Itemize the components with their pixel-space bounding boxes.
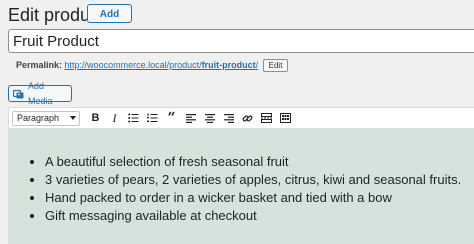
bulleted-list-button[interactable] <box>124 109 143 127</box>
permalink-url-slug: fruit-product <box>201 60 256 70</box>
permalink-url[interactable]: http://woocommerce.local/product/fruit-p… <box>65 60 259 70</box>
list-item: Gift messaging available at checkout <box>45 207 461 225</box>
blockquote-icon: “ <box>167 110 176 126</box>
blockquote-button[interactable]: “ <box>162 109 181 127</box>
read-more-button[interactable] <box>257 109 276 127</box>
list-item: 3 varieties of pears, 2 varieties of app… <box>45 171 461 189</box>
permalink: Permalink: http://woocommerce.local/prod… <box>16 59 289 73</box>
bulleted-list-icon <box>128 113 139 123</box>
format-select[interactable]: Paragraph <box>12 110 80 126</box>
format-select-value: Paragraph <box>17 112 60 123</box>
list-item: A beautiful selection of fresh seasonal … <box>45 153 461 171</box>
content-bullet-list: A beautiful selection of fresh seasonal … <box>9 153 461 225</box>
bold-icon: B <box>91 112 100 124</box>
link-icon <box>242 113 253 124</box>
italic-button[interactable]: I <box>105 109 124 127</box>
toolbar-toggle-button[interactable] <box>276 109 295 127</box>
read-more-icon <box>261 113 272 123</box>
align-center-button[interactable] <box>200 109 219 127</box>
chevron-down-icon <box>70 115 76 120</box>
insert-link-button[interactable] <box>238 109 257 127</box>
toolbar-toggle-icon <box>280 113 291 123</box>
align-right-icon <box>223 113 234 123</box>
align-right-button[interactable] <box>219 109 238 127</box>
content-editor[interactable]: A beautiful selection of fresh seasonal … <box>8 129 474 244</box>
add-media-button[interactable]: Add Media <box>8 81 72 106</box>
permalink-url-suffix: / <box>255 60 259 70</box>
editor-toolbar: Paragraph B I “ <box>8 107 474 129</box>
add-media-icon <box>13 89 25 99</box>
list-item: Hand packed to order in a wicker basket … <box>45 189 461 207</box>
product-title-input[interactable]: Fruit Product <box>8 29 474 53</box>
add-media-label: Add Media <box>28 80 53 106</box>
align-center-icon <box>204 113 215 123</box>
add-new-button[interactable]: Add New <box>87 4 132 39</box>
numbered-list-button[interactable] <box>143 109 162 127</box>
align-left-icon <box>185 113 196 123</box>
permalink-label: Permalink: <box>16 60 63 70</box>
italic-icon: I <box>112 110 117 125</box>
permalink-url-prefix: http://woocommerce.local/product/ <box>64 60 202 70</box>
numbered-list-icon <box>147 113 158 123</box>
align-left-button[interactable] <box>181 109 200 127</box>
bold-button[interactable]: B <box>86 109 105 127</box>
edit-permalink-button[interactable]: Edit <box>262 59 289 73</box>
